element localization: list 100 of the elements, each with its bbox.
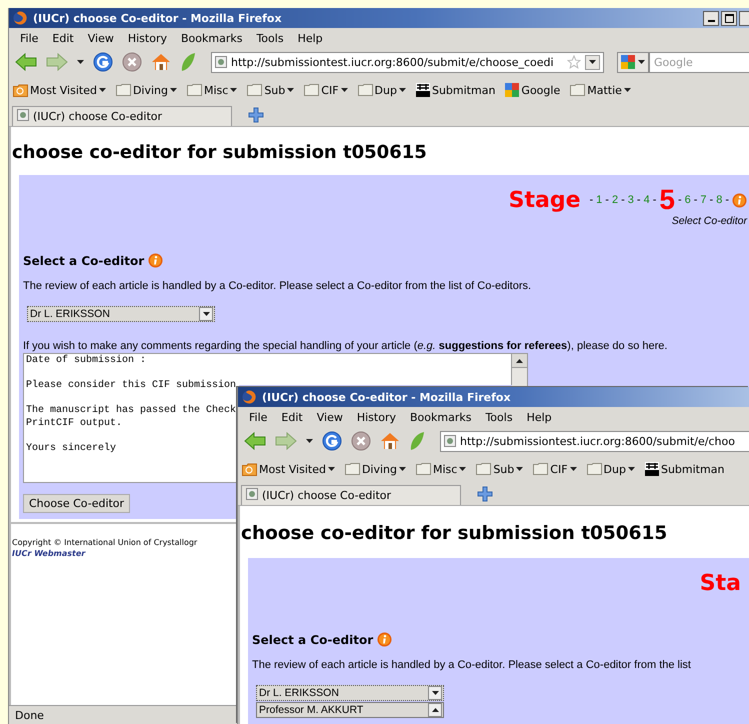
webmaster-link[interactable]: IUCr Webmaster (12, 549, 86, 558)
bookmark-item[interactable]: Mattie (570, 84, 631, 96)
bookmark-item[interactable]: Dup (586, 462, 635, 476)
choose-coeditor-button[interactable]: Choose Co-editor (23, 494, 130, 513)
step-separator: - (652, 194, 656, 206)
info-icon[interactable] (377, 632, 392, 647)
bookmark-item[interactable]: Misc (416, 462, 466, 476)
section-title: Select a Co-editor (252, 632, 374, 646)
intro-text: The review of each article is handled by a Co-editor. Please select a Co-editor from the list (252, 659, 692, 671)
menu-item[interactable]: Bookmarks (402, 410, 478, 424)
menu-item[interactable]: Bookmarks (174, 32, 250, 44)
maximize-button[interactable] (721, 10, 737, 26)
caret-icon (589, 60, 596, 64)
reload-icon[interactable] (93, 52, 113, 72)
folder-icon (570, 84, 586, 96)
folder-icon (116, 84, 131, 96)
bookmark-item[interactable]: Most Visited (13, 84, 106, 96)
folder-icon (358, 84, 373, 96)
stop-icon[interactable] (351, 431, 371, 451)
menu-item[interactable]: Edit (274, 410, 310, 424)
folder-icon (533, 463, 548, 475)
minimize-button[interactable] (703, 10, 719, 26)
comments-field[interactable]: Date of submission : Please consider this CIF submission The manuscript has passed the Check PrintCIF output. Yours sincerely (23, 353, 239, 483)
back-arrow-icon[interactable] (15, 53, 37, 71)
menu-item[interactable]: View (80, 32, 121, 44)
bookmark-item[interactable]: Diving (116, 84, 177, 96)
step-separator: - (621, 194, 625, 206)
comments-prompt: If you wish to make any comments regarding the special handling of your article (e.g. suggestions for referees), please do so here. (23, 340, 668, 352)
step-separator: - (678, 194, 682, 206)
menu-item[interactable]: Help (290, 32, 330, 44)
caret-icon (570, 467, 577, 471)
folder-icon (304, 84, 320, 96)
caret-icon (287, 88, 294, 92)
tiles-icon (505, 83, 520, 97)
info-icon[interactable] (732, 192, 747, 208)
bookmark-item[interactable]: Submitman (416, 83, 496, 97)
up-arrow-icon[interactable] (516, 358, 523, 362)
bookmark-item[interactable]: Google (505, 83, 560, 97)
page-icon (215, 56, 227, 68)
bookmark-item[interactable]: Sub (247, 84, 294, 96)
menu-item[interactable]: Edit (45, 32, 81, 44)
menu-item[interactable]: History (120, 32, 174, 44)
logo-icon (644, 462, 659, 476)
coeditor-select[interactable]: Dr L. ERIKSSON (27, 306, 215, 322)
stop-icon[interactable] (122, 52, 142, 72)
menu-item[interactable]: Help (520, 410, 559, 424)
menu-item[interactable]: File (13, 32, 46, 44)
caret-icon (170, 88, 177, 92)
tiles-icon (621, 55, 635, 69)
step-separator: - (725, 194, 729, 206)
window-title: (IUCr) choose Co-editor - Mozilla Firefox (33, 12, 282, 24)
folder-icon (247, 84, 262, 96)
smart-folder-icon (13, 84, 28, 96)
folder-icon (586, 463, 602, 475)
smart-folder-icon (242, 462, 257, 476)
stage-label: Stage (508, 188, 580, 212)
stage-step: 5 (659, 186, 675, 214)
page-heading: choose co-editor for submission t050615 (12, 141, 428, 165)
bookmark-item[interactable]: Dup (358, 84, 406, 96)
caret-icon (340, 88, 348, 92)
plus-icon[interactable] (248, 107, 264, 123)
dropdown-button[interactable] (585, 54, 600, 70)
browser-tab[interactable]: (IUCr) choose Co-editor (12, 106, 232, 126)
window-title: (IUCr) choose Co-editor - Mozilla Firefox (262, 390, 511, 404)
menu-item[interactable]: File (242, 410, 274, 424)
search-field[interactable]: Google (649, 52, 749, 72)
caret-icon (306, 439, 313, 443)
coeditor-option[interactable]: Professor M. AKKURT (256, 702, 444, 718)
bookmark-item[interactable]: Misc (187, 84, 238, 96)
bookmark-item[interactable]: CIF (304, 84, 348, 96)
plus-icon[interactable] (477, 486, 493, 502)
address-field[interactable]: http://submissiontest.iucr.org:8600/submit/e/choose_coedi (211, 52, 604, 72)
search-engine-button[interactable] (617, 52, 649, 72)
step-separator: - (605, 194, 609, 206)
browser-tab[interactable]: (IUCr) choose Co-editor (241, 485, 461, 505)
menu-item[interactable]: Tools (478, 410, 520, 424)
home-icon[interactable] (380, 431, 400, 451)
back-arrow-icon[interactable] (244, 432, 266, 450)
caret-icon (230, 88, 238, 92)
caret-icon (77, 60, 84, 64)
star-icon[interactable] (567, 55, 581, 69)
caret-icon (398, 88, 406, 92)
step-separator: - (710, 194, 714, 206)
coeditor-select[interactable]: Dr L. ERIKSSON (256, 685, 444, 701)
bookmark-item[interactable]: Submitman (644, 462, 724, 476)
info-icon[interactable] (148, 253, 164, 268)
menu-item[interactable]: Tools (249, 32, 291, 44)
home-icon[interactable] (151, 52, 171, 72)
bookmark-item[interactable]: Diving (344, 462, 406, 476)
bookmark-item[interactable]: Most Visited (242, 462, 335, 476)
section-title: Select a Co-editor (23, 254, 144, 268)
caret-icon (628, 467, 635, 471)
reload-icon[interactable] (322, 431, 342, 451)
menu-item[interactable]: View (310, 410, 350, 424)
bookmark-item[interactable]: Sub (476, 462, 524, 476)
caret-icon (98, 88, 106, 92)
bookmark-item[interactable]: CIF (533, 462, 577, 476)
address-field[interactable]: http://submissiontest.iucr.org:8600/submit/e/choo (440, 430, 749, 452)
menu-item[interactable]: History (350, 410, 403, 424)
page-icon (246, 488, 258, 500)
